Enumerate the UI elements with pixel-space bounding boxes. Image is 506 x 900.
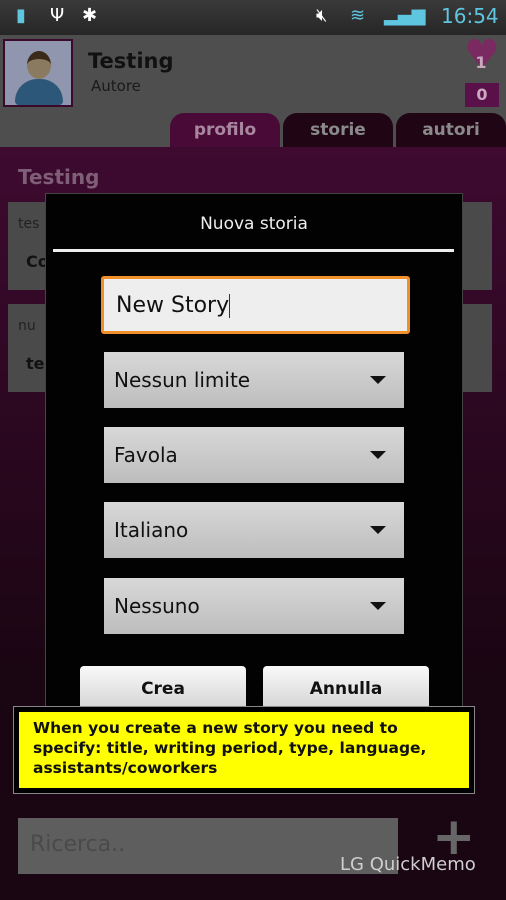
- select-value: Nessun limite: [114, 368, 251, 392]
- battery-charging-icon: ▮: [417, 5, 427, 26]
- writing-period-select[interactable]: Nessun limite: [104, 352, 404, 408]
- select-value: Nessuno: [114, 594, 200, 618]
- item-title: tes: [18, 216, 40, 232]
- watermark: LG QuickMemo: [340, 854, 476, 875]
- section-title: Testing: [18, 165, 100, 189]
- profile-role: Autore: [91, 77, 141, 95]
- clock: 16:54: [441, 4, 499, 28]
- heart-icon: ♥ 1: [464, 32, 500, 78]
- tooltip-text: When you create a new story you need to …: [19, 712, 469, 788]
- wifi-icon: ≋: [350, 5, 366, 26]
- tab-profilo[interactable]: profilo: [170, 113, 280, 147]
- item-title: nu: [18, 318, 36, 334]
- muted-icon: 🔇︎: [316, 5, 328, 26]
- status-bar: ▮ Ψ ✱ 🔇︎ ≋ ▂▄▆ ▮ 16:54: [0, 0, 506, 35]
- likes-count: 1: [475, 53, 487, 72]
- avatar[interactable]: [3, 39, 73, 107]
- battery-usb-icon: ▮: [16, 5, 26, 26]
- search-placeholder: Ricerca..: [30, 832, 126, 857]
- tooltip: When you create a new story you need to …: [13, 706, 475, 794]
- coworkers-select[interactable]: Nessuno: [104, 578, 404, 634]
- dropdown-arrow-icon: [370, 602, 386, 610]
- profile-name: Testing: [88, 49, 174, 73]
- android-debug-icon: ✱: [82, 5, 98, 26]
- type-select[interactable]: Favola: [104, 427, 404, 483]
- item-subtitle: te: [26, 354, 45, 373]
- dropdown-arrow-icon: [370, 526, 386, 534]
- select-value: Favola: [114, 443, 178, 467]
- story-title-value: New Story: [116, 293, 230, 318]
- profile-header: Testing Autore ♥ 1 0 profilo storie autor…: [0, 35, 506, 147]
- stories-count: 0: [465, 83, 499, 107]
- dropdown-arrow-icon: [370, 451, 386, 459]
- language-select[interactable]: Italiano: [104, 502, 404, 558]
- tab-autori[interactable]: autori: [396, 113, 506, 147]
- tab-storie[interactable]: storie: [283, 113, 393, 147]
- dialog-title: Nuova storia: [200, 214, 308, 234]
- usb-icon: Ψ: [50, 5, 65, 26]
- dropdown-arrow-icon: [370, 376, 386, 384]
- new-story-dialog: Nuova storia New Story Nessun limite Fav…: [45, 193, 463, 714]
- story-title-input[interactable]: New Story: [101, 276, 410, 334]
- select-value: Italiano: [114, 518, 189, 542]
- divider: [53, 249, 454, 252]
